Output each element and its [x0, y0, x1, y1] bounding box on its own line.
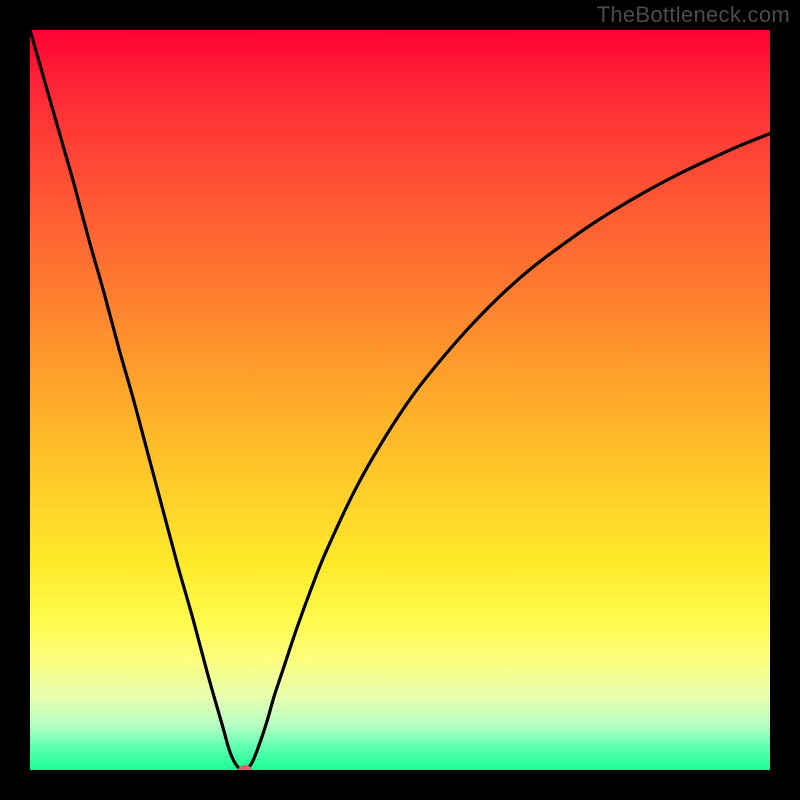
watermark-text: TheBottleneck.com: [597, 2, 790, 28]
bottleneck-curve: [30, 30, 770, 770]
optimal-point-marker: [238, 765, 252, 770]
chart-frame: TheBottleneck.com: [0, 0, 800, 800]
curve-svg: [30, 30, 770, 770]
plot-area: [30, 30, 770, 770]
